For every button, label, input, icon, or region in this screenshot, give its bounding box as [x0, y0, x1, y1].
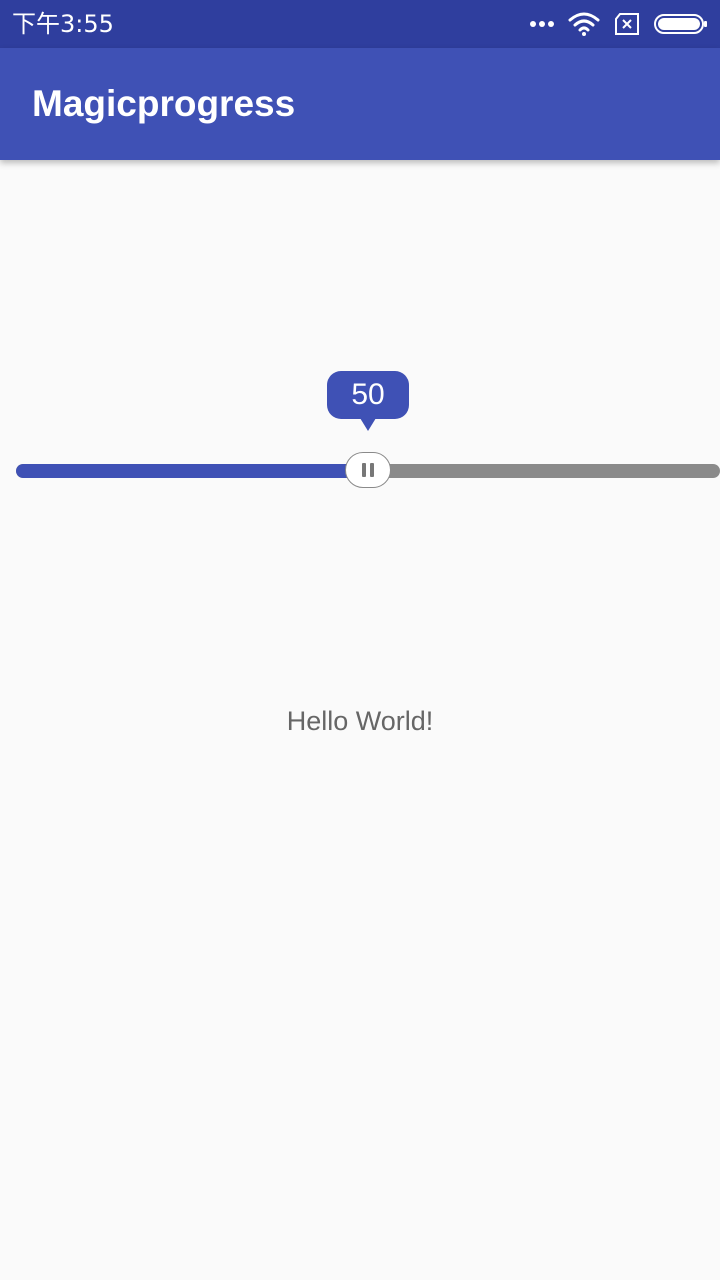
progress-value-bubble: 50	[327, 371, 409, 431]
more-dots-icon	[530, 20, 554, 28]
status-bar: 下午3:55	[0, 0, 720, 48]
status-icons	[530, 10, 708, 38]
app-title: Magicprogress	[32, 83, 296, 124]
wifi-icon	[568, 12, 600, 36]
app-bar: Magicprogress	[0, 48, 720, 160]
magic-progress-slider[interactable]: 50	[0, 360, 720, 500]
no-sim-icon	[614, 13, 640, 35]
progress-fill	[16, 464, 368, 478]
hello-text: Hello World!	[286, 706, 434, 736]
pause-icon	[362, 463, 374, 477]
progress-thumb[interactable]	[345, 452, 391, 488]
status-time: 下午3:55	[12, 10, 114, 38]
battery-icon	[654, 13, 708, 35]
